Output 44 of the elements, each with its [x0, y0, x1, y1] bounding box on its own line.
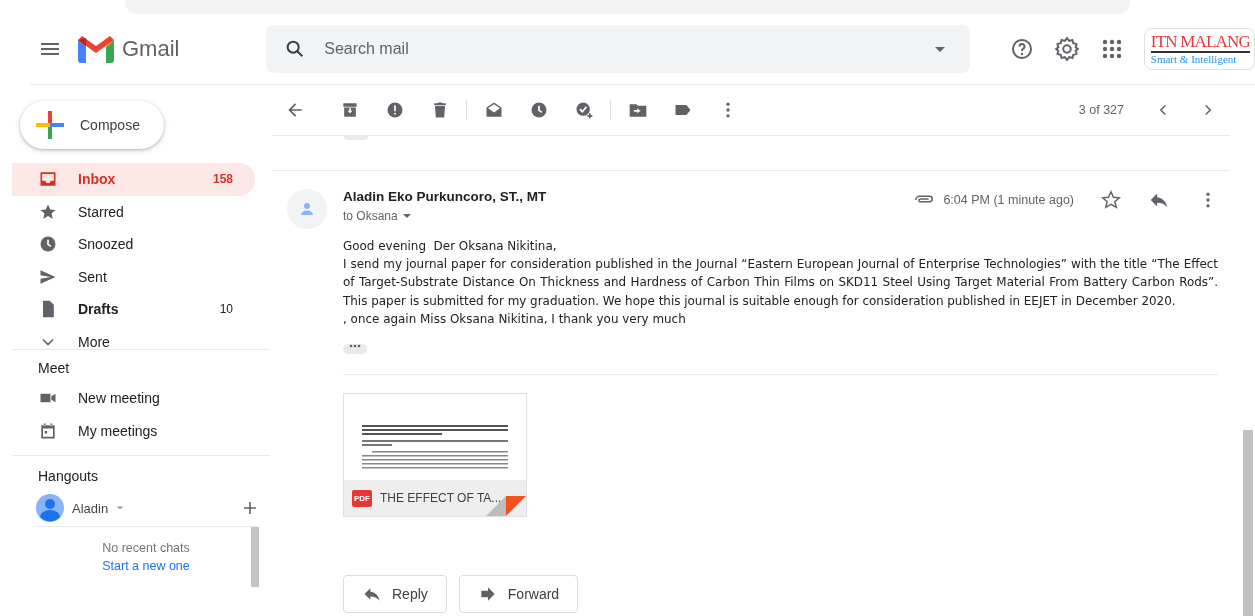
plus-icon [34, 109, 66, 141]
search-input[interactable]: Search mail [322, 39, 912, 59]
sidebar-item[interactable]: Starred [12, 195, 255, 228]
attachment-name: THE EFFECT OF TA... [380, 491, 502, 505]
attachment-card[interactable]: PDF THE EFFECT OF TA... [343, 393, 527, 517]
start-chat-link[interactable]: Start a new one [102, 559, 190, 573]
message-paragraph: I send my journal paper for consideration published in the Journal “Eastern European Journal of Enterprise Technologies” with the title “The Effect of Target-Substrate Distance On Thickness and Hardness of Carbon Thin Films on SKD11 Steel Using Target Material From Battery Carbon Rods”. This paper is submitted for my graduation. We hope this journal is suitable enough for consideration published in EEJET in December 2020. [343, 256, 1218, 310]
sidebar-item[interactable]: Sent [12, 260, 255, 293]
avatar-icon [36, 494, 64, 522]
message-paragraph: , once again Miss Oksana Nikitina, I thank you very much [343, 310, 687, 328]
app-name: Gmail [122, 36, 180, 62]
envelope-logo-icon [78, 35, 114, 63]
search-field[interactable]: Search mail [266, 25, 970, 73]
add-icon[interactable] [242, 500, 258, 516]
reply-button[interactable]: Reply [343, 575, 447, 613]
show-trimmed-button[interactable] [343, 344, 367, 354]
section-title: Hangouts [38, 468, 99, 486]
message-paragraph: Good evening Der Oksana Nikitina, [343, 238, 558, 255]
sidebar-item[interactable]: Drafts 10 [12, 293, 255, 326]
sender-name: Aladin Eko Purkuncoro, ST., MT [343, 189, 547, 204]
avatar-icon [287, 189, 327, 229]
help-icon[interactable] [1009, 37, 1034, 61]
sidebar-item[interactable]: Snoozed [12, 228, 255, 261]
settings-icon[interactable] [1053, 36, 1080, 62]
sidebar-item[interactable]: Inbox 158 [12, 163, 255, 196]
caret-icon[interactable] [401, 211, 412, 221]
scrollbar[interactable] [251, 527, 259, 587]
account-logo[interactable]: ITN MALANG Smart & Intelligent [1143, 28, 1255, 70]
ellipsis-icon [349, 344, 361, 348]
section-title: Meet [38, 360, 71, 378]
hangouts-user[interactable]: Aladin [36, 490, 258, 526]
sidebar-item[interactable]: More [12, 325, 255, 349]
meet-item[interactable]: New meeting [12, 382, 270, 415]
recipient-text: to Oksana [343, 209, 398, 223]
caret-icon [116, 504, 125, 512]
star-icon[interactable] [1100, 189, 1122, 211]
empty-chats-text: No recent chats [102, 541, 190, 555]
compose-button[interactable]: Compose [20, 101, 164, 149]
message-time: 6:04 PM (1 minute ago) [943, 193, 1074, 207]
file-type-badge: PDF [352, 489, 372, 507]
forward-button[interactable]: Forward [458, 575, 579, 613]
meet-item[interactable]: My meetings [12, 414, 270, 447]
message-counter: 3 of 327 [1078, 103, 1124, 117]
scrollbar[interactable] [1243, 430, 1253, 616]
